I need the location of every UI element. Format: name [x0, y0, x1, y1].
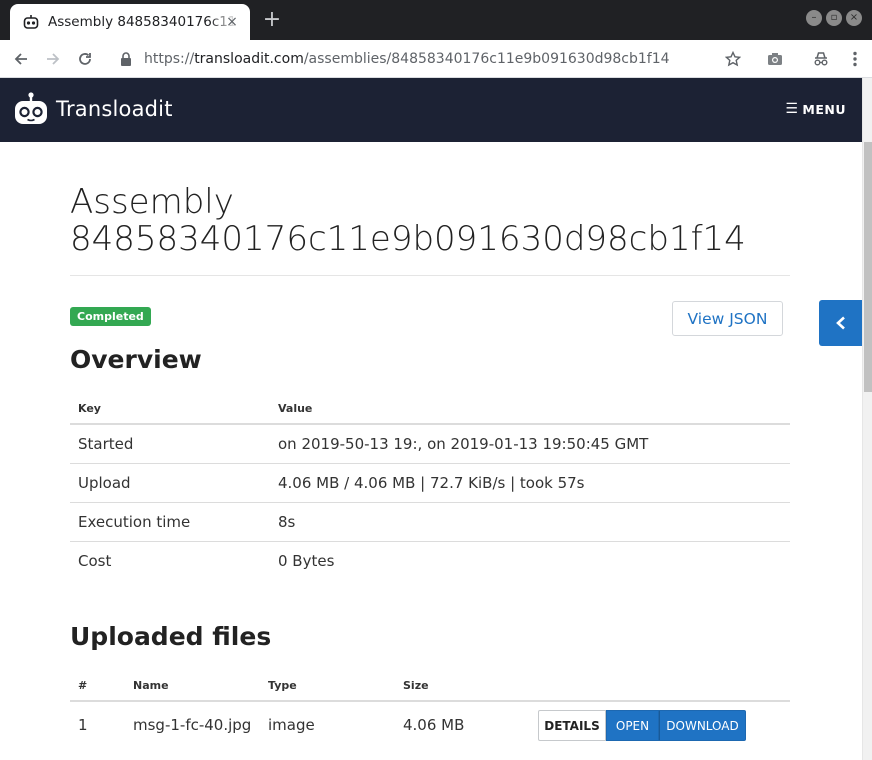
table-row: Cost 0 Bytes [70, 541, 790, 580]
file-action-buttons: DETAILS OPEN DOWNLOAD [538, 710, 790, 741]
reload-button[interactable] [74, 48, 96, 70]
more-options-icon[interactable] [844, 48, 866, 70]
overview-header-row: Key Value [70, 394, 790, 425]
column-header-key: Key [70, 394, 270, 425]
title-divider [70, 275, 790, 276]
view-json-button[interactable]: View JSON [672, 301, 783, 336]
row-value: 4.06 MB / 4.06 MB | 72.7 KiB/s | took 57… [270, 463, 790, 503]
url-path: /assemblies/84858340176c11e9b091630d98cb… [303, 51, 670, 67]
tab-title: Assembly 84858340176c11e9b091630d98cb1f1… [48, 14, 238, 30]
table-row: Execution time 8s [70, 502, 790, 542]
maximize-window-icon[interactable]: ▫ [826, 10, 842, 26]
uploaded-header-row: # Name Type Size [70, 671, 790, 702]
sidebar-toggle-button[interactable] [819, 300, 862, 346]
back-arrow-icon [14, 53, 27, 65]
camera-icon[interactable] [764, 48, 786, 70]
url-host: transloadit.com [194, 51, 304, 67]
transloadit-logo[interactable]: Transloadit [14, 92, 173, 126]
row-key: Cost [78, 551, 112, 570]
transloadit-favicon-icon [22, 13, 40, 31]
overview-heading: Overview [70, 345, 202, 374]
browser-tab-strip: Assembly 84858340176c11e9b091630d98cb1f1… [0, 0, 872, 40]
url-text: https://transloadit.com/assemblies/84858… [144, 51, 670, 67]
bookmark-star-icon[interactable] [722, 48, 744, 70]
reload-icon [79, 53, 91, 65]
column-header-value: Value [270, 394, 790, 425]
incognito-icon[interactable] [810, 48, 832, 70]
row-value: 0 Bytes [278, 551, 335, 570]
row-key: Execution time [70, 502, 270, 542]
robot-logo-icon [15, 92, 47, 124]
forward-button[interactable] [42, 48, 64, 70]
scrollbar-thumb[interactable] [864, 142, 872, 392]
overview-table: Key Value Started on 2019-50-13 19:, on … [70, 394, 790, 580]
minimize-window-icon[interactable]: – [806, 10, 822, 26]
address-bar[interactable]: https://transloadit.com/assemblies/84858… [110, 44, 750, 74]
row-value: on 2019-50-13 19:, on 2019-01-13 19:50:4… [270, 424, 790, 464]
menu-button[interactable]: ☰ MENU [785, 101, 846, 117]
download-button[interactable]: DOWNLOAD [659, 710, 746, 741]
uploaded-files-heading: Uploaded files [70, 622, 272, 651]
menu-label: MENU [802, 101, 846, 117]
page-title-line2: 84858340176c11e9b091630d98cb1f14 [70, 219, 746, 259]
window-controls: – ▫ × [806, 10, 862, 26]
chevron-left-icon [835, 316, 845, 330]
row-value: 8s [270, 502, 790, 542]
status-badge: Completed [70, 307, 151, 326]
file-type: image [268, 716, 315, 734]
table-row: 1 msg-1-fc-40.jpg image 4.06 MB DETAILS … [70, 701, 790, 749]
browser-tab[interactable]: Assembly 84858340176c11e9b091630d98cb1f1… [10, 4, 250, 40]
new-tab-button[interactable]: + [262, 9, 282, 31]
lock-icon [120, 52, 134, 66]
site-header: Transloadit ☰ MENU [0, 78, 862, 142]
file-actions: DETAILS OPEN DOWNLOAD [530, 701, 790, 749]
file-size: 4.06 MB [403, 716, 465, 734]
page-scrollbar[interactable] [862, 78, 872, 760]
details-button[interactable]: DETAILS [538, 710, 606, 741]
column-header-size: Size [395, 671, 530, 702]
column-header-name: Name [125, 671, 260, 702]
close-window-icon[interactable]: × [846, 10, 862, 26]
forward-arrow-icon [47, 53, 60, 65]
open-button[interactable]: OPEN [606, 710, 659, 741]
browser-toolbar: https://transloadit.com/assemblies/84858… [0, 40, 872, 78]
row-key: Upload [70, 463, 270, 503]
column-header-number: # [70, 671, 125, 702]
row-key: Started [70, 424, 270, 464]
column-header-type: Type [260, 671, 395, 702]
page-title-line1: Assembly [70, 182, 234, 222]
column-header-actions [530, 671, 790, 702]
table-row: Started on 2019-50-13 19:, on 2019-01-13… [70, 424, 790, 464]
file-number: 1 [78, 716, 88, 734]
uploaded-files-table: # Name Type Size 1 msg-1-fc-40.jpg image… [70, 671, 790, 749]
tab-close-icon[interactable]: × [224, 14, 240, 30]
file-name: msg-1-fc-40.jpg [133, 716, 252, 734]
url-scheme: https:// [144, 51, 195, 67]
logo-text: Transloadit [56, 97, 173, 121]
hamburger-icon: ☰ [785, 101, 799, 117]
back-button[interactable] [10, 48, 32, 70]
table-row: Upload 4.06 MB / 4.06 MB | 72.7 KiB/s | … [70, 463, 790, 503]
page-title: Assembly 84858340176c11e9b091630d98cb1f1… [70, 184, 790, 258]
